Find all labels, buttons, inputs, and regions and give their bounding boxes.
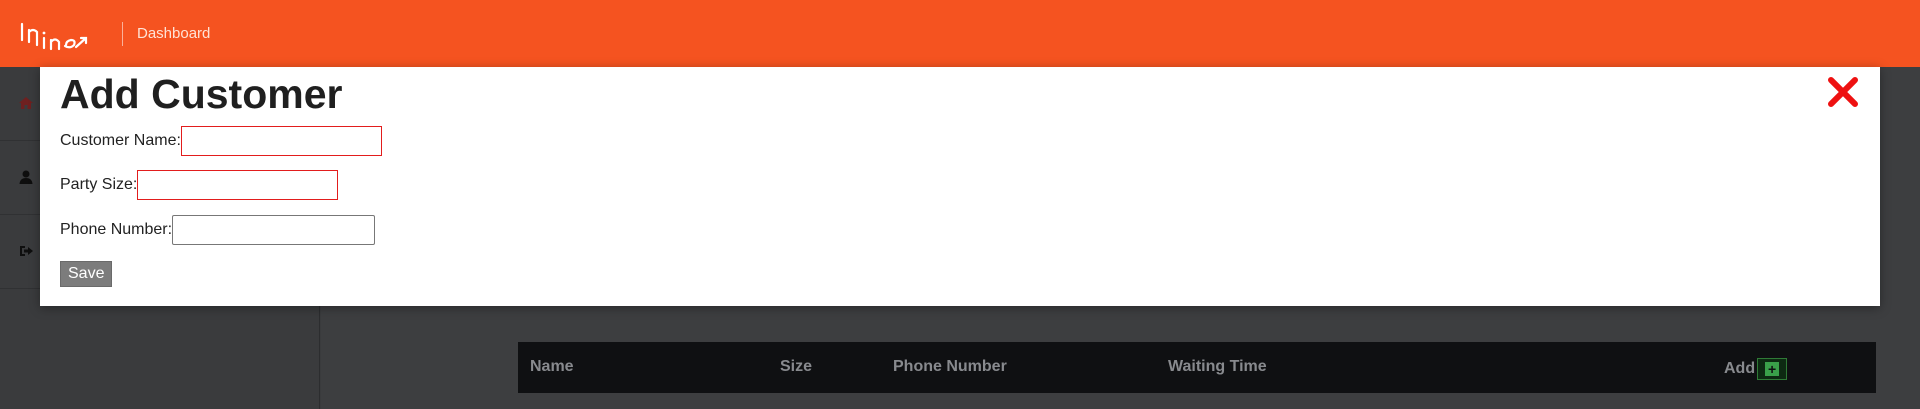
customer-name-row: Customer Name: xyxy=(60,126,382,156)
user-icon xyxy=(19,170,33,184)
column-header-name: Name xyxy=(530,358,574,375)
navbar-divider xyxy=(122,21,123,46)
column-header-size: Size xyxy=(780,358,813,375)
add-column: Add + xyxy=(1724,358,1788,380)
plus-square-icon: + xyxy=(1765,362,1780,376)
breadcrumb-dashboard[interactable]: Dashboard xyxy=(137,25,210,42)
modal-title: Add Customer xyxy=(60,71,343,117)
phone-number-row: Phone Number: xyxy=(60,215,376,245)
party-size-row: Party Size: xyxy=(60,170,339,200)
table-body-area xyxy=(518,393,1876,409)
app-logo[interactable] xyxy=(18,0,108,67)
party-size-label: Party Size: xyxy=(60,176,138,193)
customer-name-input[interactable] xyxy=(180,126,382,156)
add-customer-modal: Add Customer Customer Name: Party Size: … xyxy=(40,67,1880,306)
column-header-waiting-time: Waiting Time xyxy=(1168,358,1267,375)
save-button[interactable]: Save xyxy=(60,261,113,287)
phone-number-label: Phone Number: xyxy=(60,221,173,238)
add-customer-button[interactable]: + xyxy=(1757,358,1788,380)
close-icon[interactable] xyxy=(1825,74,1861,110)
top-navbar: Dashboard xyxy=(0,0,1920,67)
waitlist-table-header: Name Size Phone Number Waiting Time Add … xyxy=(518,342,1876,393)
home-icon xyxy=(19,97,33,109)
party-size-input[interactable] xyxy=(137,170,339,200)
customer-name-label: Customer Name: xyxy=(60,132,181,149)
column-header-phone-number: Phone Number xyxy=(893,358,1007,375)
sign-out-icon xyxy=(20,246,33,256)
phone-number-input[interactable] xyxy=(172,215,376,245)
column-header-add: Add xyxy=(1724,360,1756,377)
logo-wordmark xyxy=(20,22,88,50)
